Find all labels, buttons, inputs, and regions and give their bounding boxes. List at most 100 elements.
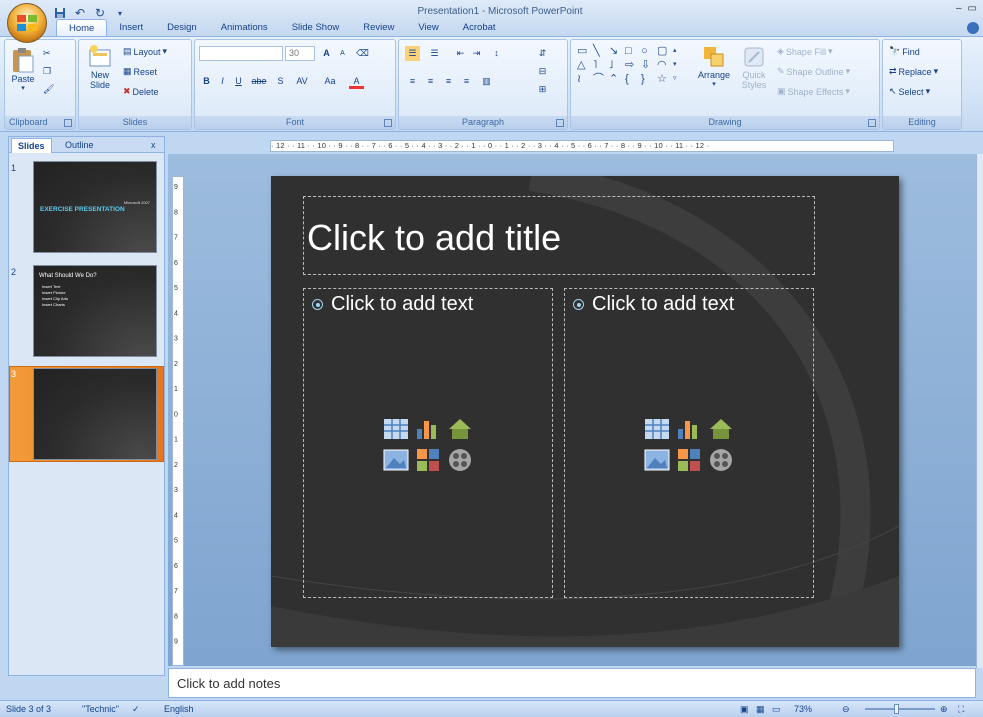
insert-chart-icon[interactable]	[414, 415, 442, 443]
title-placeholder-text[interactable]: Click to add title	[307, 217, 561, 259]
zoom-in-icon[interactable]: ⊕	[940, 704, 948, 715]
left-brace-shape-icon[interactable]: {	[625, 73, 639, 85]
align-left-icon[interactable]: ≡	[405, 74, 420, 89]
office-button[interactable]	[7, 3, 47, 43]
theme-name[interactable]: "Technic"	[82, 704, 119, 714]
paragraph-launcher-icon[interactable]	[556, 119, 564, 127]
help-icon[interactable]	[967, 22, 979, 34]
bracket-shape-icon[interactable]: ⌃	[609, 73, 623, 85]
insert-chart-icon[interactable]	[675, 415, 703, 443]
font-family-combo[interactable]	[199, 46, 283, 61]
close-pane-icon[interactable]: x	[145, 138, 162, 153]
tab-review[interactable]: Review	[351, 19, 406, 36]
rectangle-shape-icon[interactable]: □	[625, 45, 639, 57]
italic-button[interactable]: I	[215, 74, 230, 89]
tab-animations[interactable]: Animations	[209, 19, 280, 36]
tab-insert[interactable]: Insert	[107, 19, 155, 36]
fit-to-window-icon[interactable]: ⛶	[958, 704, 964, 715]
triangle-shape-icon[interactable]: △	[577, 59, 591, 71]
copy-icon[interactable]: ❐	[43, 66, 51, 77]
shape-effects-button[interactable]: ▣ Shape Effects ▾	[777, 86, 850, 97]
right-content-placeholder[interactable]: Click to add text	[564, 288, 814, 598]
restore-icon[interactable]: ▭	[968, 3, 977, 14]
line-shape-icon[interactable]: ╲	[593, 45, 607, 57]
tab-view[interactable]: View	[406, 19, 450, 36]
shrink-font-button[interactable]: A	[335, 46, 350, 61]
right-placeholder-text[interactable]: Click to add text	[592, 293, 734, 316]
shape-fill-button[interactable]: ◈ Shape Fill ▾	[777, 46, 832, 57]
align-text-icon[interactable]: ⊟	[535, 64, 550, 79]
tab-outline[interactable]: Outline	[59, 138, 100, 153]
tab-design[interactable]: Design	[155, 19, 209, 36]
underline-button[interactable]: U	[231, 74, 246, 89]
insert-smartart-icon[interactable]	[446, 415, 474, 443]
columns-icon[interactable]: ▥	[479, 74, 494, 89]
bullets-icon[interactable]: ☰	[405, 46, 420, 61]
insert-clipart-icon[interactable]	[675, 446, 703, 474]
curve-shape-icon[interactable]: ⌒	[593, 73, 607, 85]
font-color-button[interactable]: A	[349, 74, 364, 89]
smartart-icon[interactable]: ⊞	[535, 82, 550, 97]
normal-view-icon[interactable]: ▣	[740, 704, 749, 715]
change-case-button[interactable]: Aa	[319, 74, 341, 89]
notes-placeholder[interactable]: Click to add notes	[177, 676, 280, 691]
insert-media-icon[interactable]	[707, 446, 735, 474]
delete-button[interactable]: ✖ Delete	[123, 86, 159, 97]
grow-font-button[interactable]: A	[319, 46, 334, 61]
elbow-arrow-shape-icon[interactable]: ˩	[609, 59, 623, 71]
tab-home[interactable]: Home	[56, 19, 108, 36]
rounded-rect-shape-icon[interactable]: ▢	[657, 45, 671, 57]
zoom-slider-thumb[interactable]	[894, 704, 899, 714]
arrange-button[interactable]: Arrange ▾	[695, 44, 733, 90]
slide-thumbnail-1[interactable]: EXERCISE PRESENTATION Microsoft 2007	[33, 161, 157, 253]
layout-button[interactable]: ▤ Layout ▾	[123, 46, 167, 57]
shadow-button[interactable]: S	[273, 74, 288, 89]
arc-shape-icon[interactable]: ◠	[657, 59, 671, 71]
justify-icon[interactable]: ≡	[459, 74, 474, 89]
shapes-gallery[interactable]: ▭ ╲ ↘ □ ○ ▢ ▴ △ ˥ ˩ ⇨ ⇩ ◠ ▾ ≀ ⌒ ⌃ { } ☆ …	[577, 45, 687, 85]
find-button[interactable]: 🔭 Find	[889, 46, 920, 57]
current-slide[interactable]: Click to add title Click to add text Cli…	[271, 176, 899, 647]
vertical-scrollbar[interactable]	[976, 154, 983, 668]
minimize-icon[interactable]: –	[956, 3, 962, 14]
tab-slide-show[interactable]: Slide Show	[280, 19, 352, 36]
text-direction-icon[interactable]: ⇵	[535, 46, 550, 61]
font-launcher-icon[interactable]	[384, 119, 392, 127]
font-size-combo[interactable]: 30	[285, 46, 315, 61]
align-center-icon[interactable]: ≡	[423, 74, 438, 89]
freeform-shape-icon[interactable]: ≀	[577, 73, 591, 85]
insert-media-icon[interactable]	[446, 446, 474, 474]
insert-clipart-icon[interactable]	[414, 446, 442, 474]
increase-indent-icon[interactable]: ⇥	[469, 46, 484, 61]
clipboard-launcher-icon[interactable]	[64, 119, 72, 127]
gallery-up-icon[interactable]: ▴	[673, 45, 687, 57]
insert-table-icon[interactable]	[643, 415, 671, 443]
gallery-down-icon[interactable]: ▾	[673, 59, 687, 71]
numbering-icon[interactable]: ☰	[427, 46, 442, 61]
strikethrough-button[interactable]: abe	[249, 74, 269, 89]
insert-smartart-icon[interactable]	[707, 415, 735, 443]
shape-outline-button[interactable]: ✎ Shape Outline ▾	[777, 66, 850, 77]
right-arrow-shape-icon[interactable]: ⇨	[625, 59, 639, 71]
spellcheck-icon[interactable]: ✓	[132, 704, 140, 715]
left-content-placeholder[interactable]: Click to add text	[303, 288, 553, 598]
zoom-out-icon[interactable]: ⊖	[842, 704, 850, 715]
tab-acrobat[interactable]: Acrobat	[451, 19, 508, 36]
select-button[interactable]: ↖ Select ▾	[889, 86, 930, 97]
oval-shape-icon[interactable]: ○	[641, 45, 655, 57]
paste-button[interactable]: Paste ▾	[9, 46, 37, 94]
textbox-shape-icon[interactable]: ▭	[577, 45, 591, 57]
language[interactable]: English	[164, 704, 194, 714]
slide-thumbnail-3[interactable]	[33, 368, 157, 460]
drawing-launcher-icon[interactable]	[868, 119, 876, 127]
down-arrow-shape-icon[interactable]: ⇩	[641, 59, 655, 71]
zoom-level[interactable]: 73%	[794, 704, 812, 714]
new-slide-button[interactable]: New Slide	[83, 44, 117, 90]
notes-pane[interactable]: Click to add notes	[168, 668, 976, 698]
right-brace-shape-icon[interactable]: }	[641, 73, 655, 85]
format-painter-icon[interactable]: 🖌	[43, 84, 54, 95]
replace-button[interactable]: ⇄ Replace ▾	[889, 66, 938, 77]
insert-picture-icon[interactable]	[382, 446, 410, 474]
left-placeholder-text[interactable]: Click to add text	[331, 293, 473, 316]
decrease-indent-icon[interactable]: ⇤	[453, 46, 468, 61]
